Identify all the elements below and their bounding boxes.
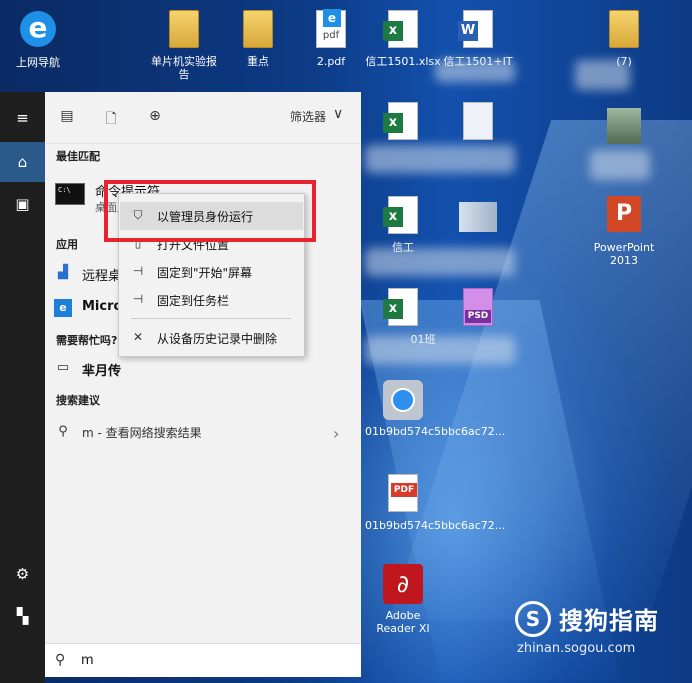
menu-divider [131,318,291,319]
monitor-icon: ▭ [56,360,70,375]
powerpoint-icon: P [607,196,641,232]
best-match-header: 最佳匹配 [56,150,100,163]
desktop-icon-label: 信工1501.xlsx [365,55,441,68]
desktop-icon-label: 上网导航 [16,56,60,69]
suggest-header: 搜索建议 [56,394,100,407]
desktop-icon-screenshot[interactable] [440,102,516,147]
desktop-icon-excel-2[interactable]: x [365,102,441,147]
remote-desktop-icon: ▟ [58,265,68,280]
pin-icon: ⊣ [132,264,144,278]
search-icon: ⚲ [58,424,68,439]
command-prompt-icon [55,183,85,205]
desktop-icon-pdf[interactable]: e pdf 2.pdf [293,9,369,68]
desktop-icon-excel-3[interactable]: x 信工 [365,196,441,254]
power-icon[interactable]: ▚ [0,596,45,636]
desktop-icon-folder-report[interactable]: 单片机实验报告 [146,10,222,81]
folder-icon [243,10,273,48]
document-filter-icon[interactable]: 🗋 [100,108,122,128]
remove-from-history-item[interactable]: ✕ 从设备历史记录中删除 [120,324,303,352]
chevron-down-icon[interactable]: ∨ [333,106,343,122]
desktop-icon-label: 01b9bd574c5bbc6ac72... [365,425,506,438]
desktop-icon-excel[interactable]: x 信工1501.xlsx [365,10,441,68]
close-icon: ✕ [132,330,144,344]
word-file-icon: W [458,10,493,48]
folder-icon [609,10,639,48]
web-filter-icon[interactable]: ⊕ [144,108,166,128]
desktop-icon-label: 重点 [247,55,269,68]
watermark-brand: 搜狗指南 [559,607,659,635]
desktop-icon-label: PowerPoint 2013 [593,241,655,267]
desktop-icon-safari-file[interactable]: 01b9bd574c5bbc6ac72... [365,380,506,438]
list-item-help[interactable]: ▭ 芈月传 [45,356,361,382]
pin-to-start-item[interactable]: ⊣ 固定到"开始"屏幕 [120,258,303,286]
psd-file-icon: PSD [463,288,493,326]
documents-icon[interactable]: ▣ [0,184,45,224]
desktop-icon-powerpoint[interactable]: P PowerPoint 2013 [586,196,662,267]
start-rail: ≡ ⌂ ▣ ⚙ ▚ [0,92,45,683]
acrobat-icon: ∂ [383,564,423,604]
desktop-icon-label: Adobe Reader XI [376,609,430,635]
desktop-icon-psd[interactable]: PSD [440,288,516,333]
search-query: m [81,653,94,668]
apps-filter-icon[interactable]: ▤ [56,108,78,128]
excel-file-icon: x [383,102,418,140]
desktop-icon-photo[interactable] [586,108,662,153]
excel-file-icon: x [383,288,418,326]
highlight-annotation-box [104,180,316,242]
apps-header: 应用 [56,238,78,251]
results-toolbar: ▤ 🗋 ⊕ 筛选器 ∨ [45,92,361,144]
home-icon[interactable]: ⌂ [0,142,45,182]
pin-icon: ⊣ [132,292,144,306]
excel-file-icon: x [383,10,418,48]
folder-icon [169,10,199,48]
ie-icon: e [20,11,56,47]
desktop-icon-folder-key[interactable]: 重点 [220,10,296,68]
search-results-panel: ▤ 🗋 ⊕ 筛选器 ∨ 最佳匹配 命令提示符 桌面应用 应用 ▟ 远程桌面连接 … [45,92,361,643]
image-file-icon [463,102,493,140]
app-icon [459,202,497,232]
watermark-url: zhinan.sogou.com [517,641,636,656]
chevron-right-icon[interactable]: › [333,424,339,443]
search-input[interactable]: ⚲ m [45,643,361,677]
pin-to-taskbar-item[interactable]: ⊣ 固定到任务栏 [120,286,303,314]
edge-icon: e [54,299,72,317]
list-item-web-suggestion[interactable]: ⚲ m - 查看网络搜索结果 › [45,420,361,446]
pdf-file-icon: e pdf [316,9,346,48]
excel-file-icon: x [383,196,418,234]
sogou-logo-icon: S [515,601,551,637]
desktop-icon-app[interactable] [440,196,516,247]
safari-icon [383,380,423,420]
settings-icon[interactable]: ⚙ [0,554,45,594]
desktop-icon-label: 2.pdf [316,55,346,68]
image-file-icon [607,108,641,144]
search-icon: ⚲ [55,652,66,668]
desktop-icon-label: 01b9bd574c5bbc6ac72... [365,519,506,532]
desktop-icon-label: 单片机实验报告 [151,55,217,81]
help-header: 需要帮忙吗? [56,334,118,347]
desktop-icon-internet[interactable]: e 上网导航 [0,8,76,69]
pdf-file-icon: PDF [388,474,418,512]
desktop-icon-pdf-2[interactable]: PDF 01b9bd574c5bbc6ac72... [365,474,506,532]
sogou-watermark: S 搜狗指南 zhinan.sogou.com [515,597,687,659]
desktop-icon-adobe-reader[interactable]: ∂ Adobe Reader XI [365,564,441,635]
filter-label[interactable]: 筛选器 [290,108,326,125]
menu-icon[interactable]: ≡ [0,98,45,138]
